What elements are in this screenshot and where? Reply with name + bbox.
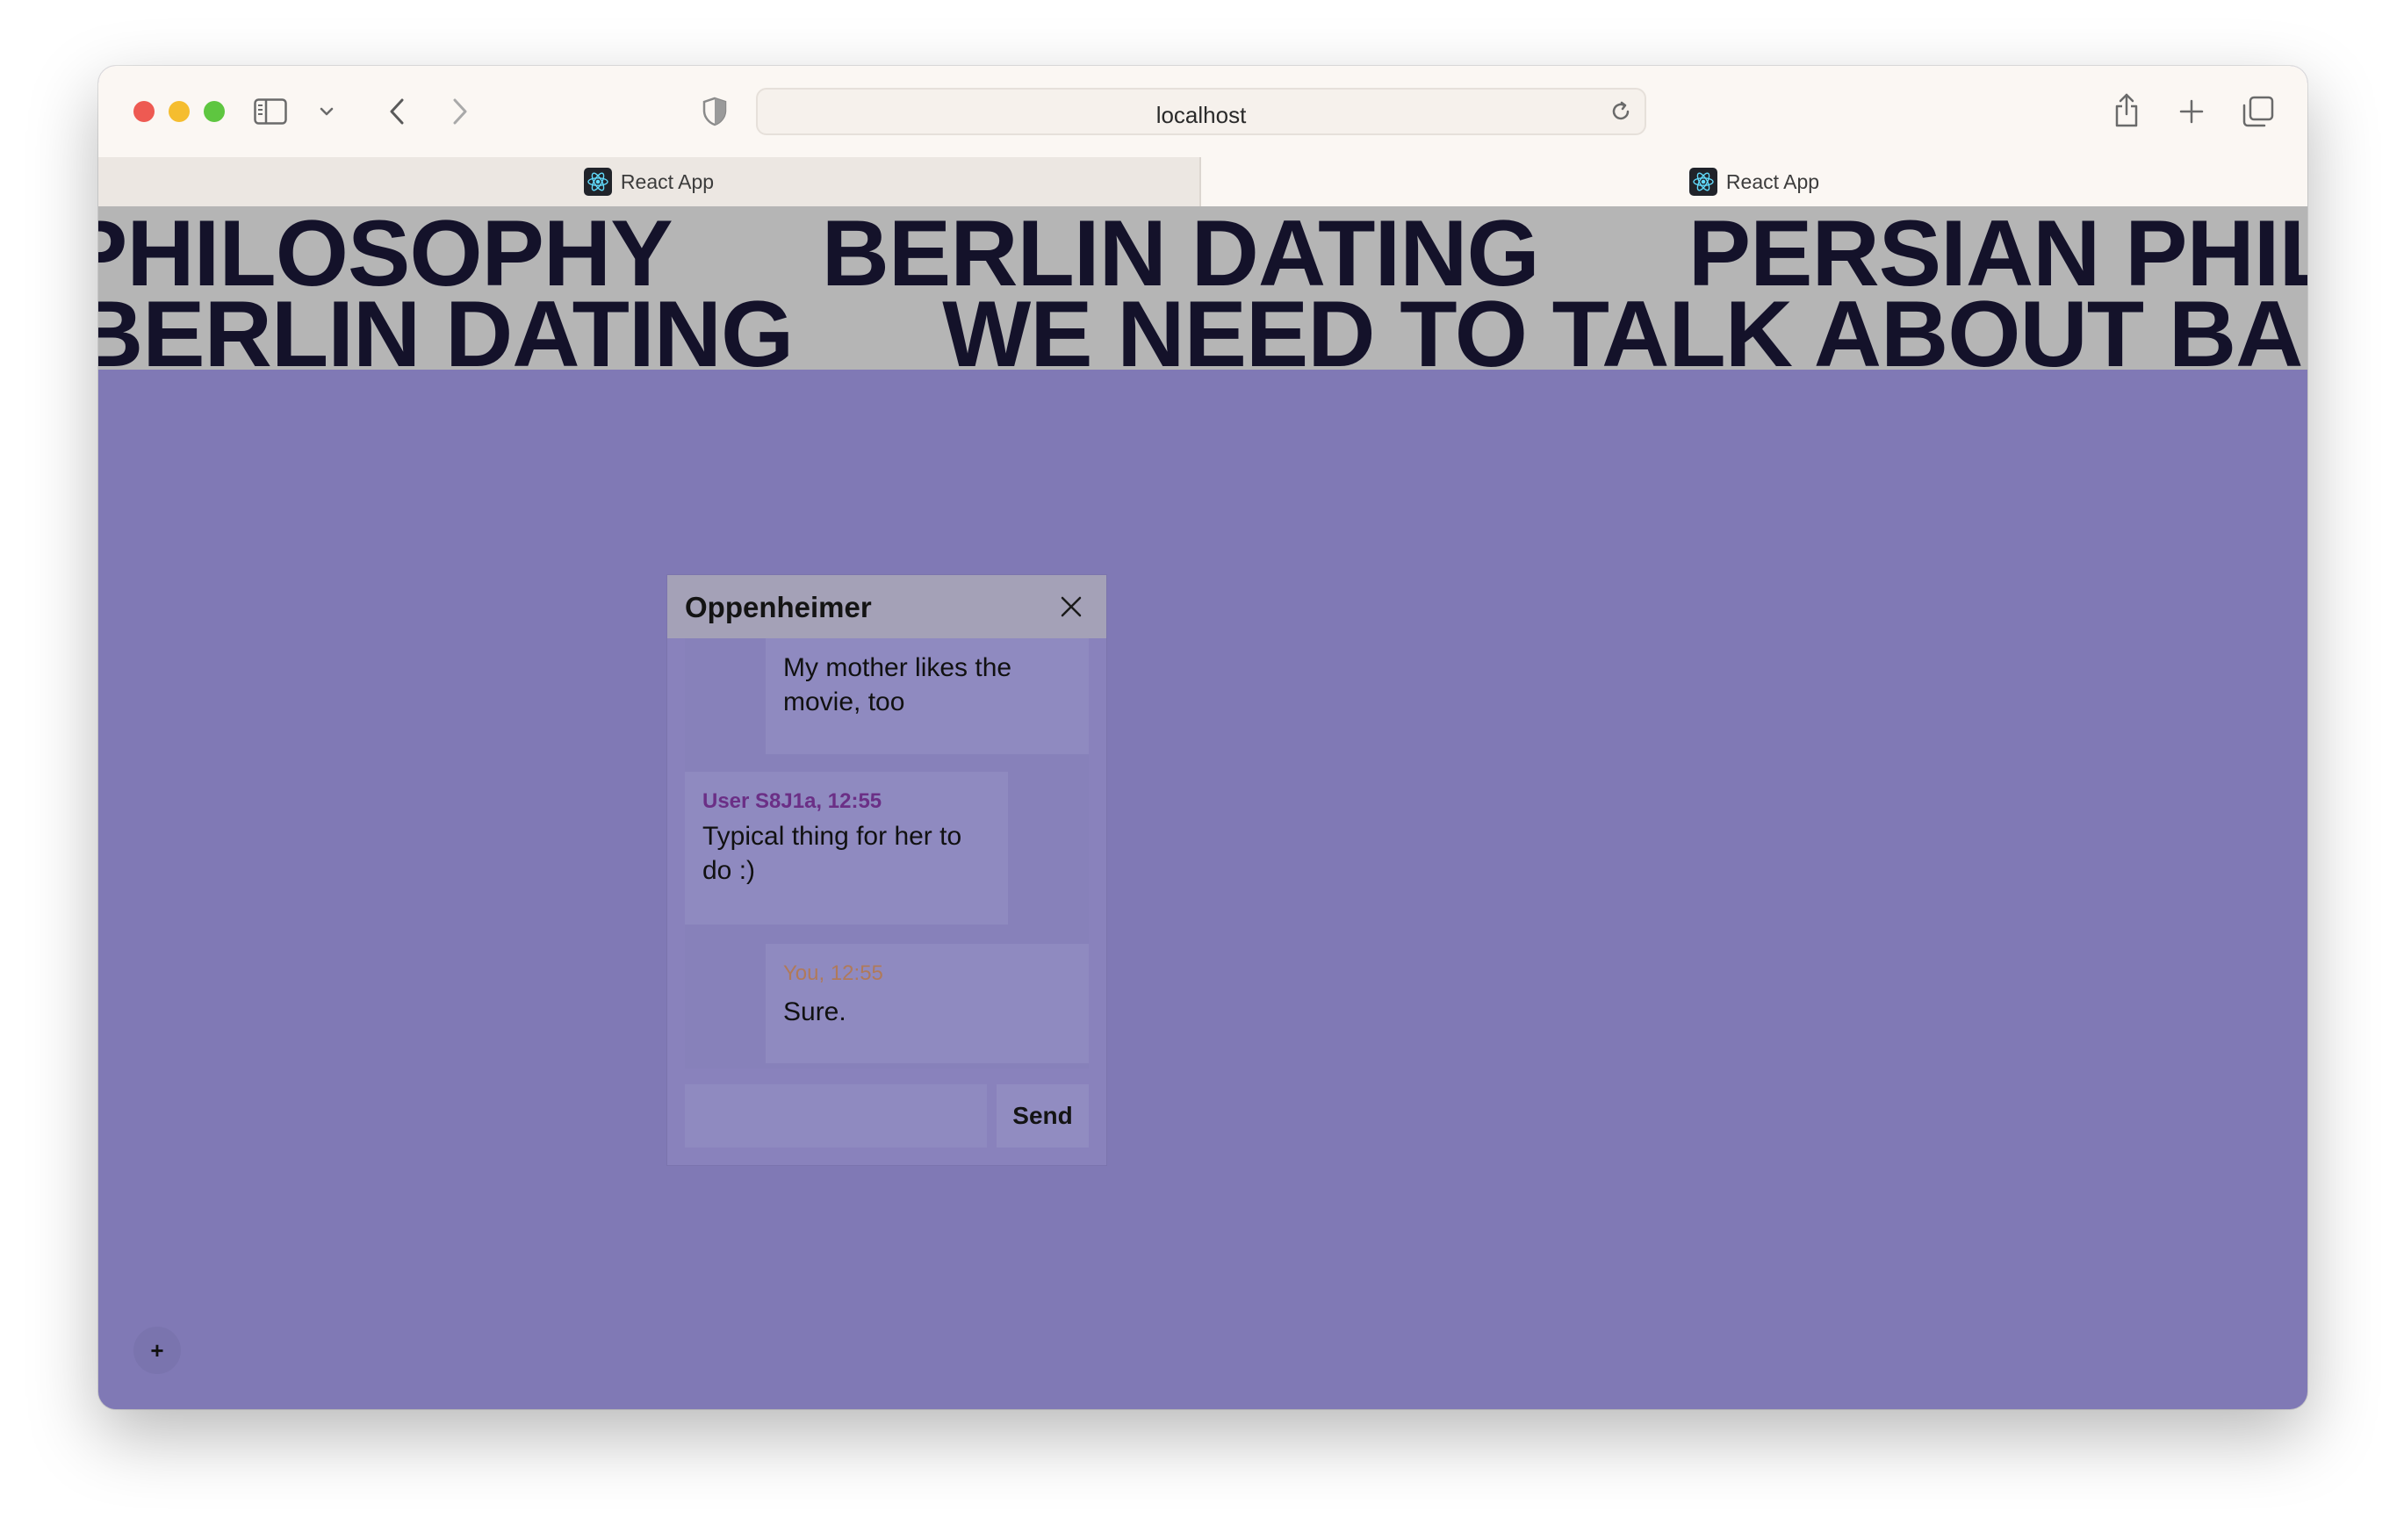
chat-header: Oppenheimer: [667, 575, 1106, 638]
close-icon[interactable]: [1055, 591, 1087, 622]
marquee-topic[interactable]: BERLIN DATING: [98, 287, 794, 371]
reload-icon[interactable]: [1608, 98, 1634, 125]
address-text: localhost: [1155, 102, 1247, 128]
message-text: Sure.: [783, 997, 846, 1026]
topic-marquee: PHILOSOPHYBERLIN DATINGPERSIAN PHILOSOPH…: [98, 206, 2307, 370]
message-meta: User S8J1a, 12:55: [702, 789, 882, 813]
message-text: My mother likes the movie, too: [783, 653, 1012, 716]
marquee-topic[interactable]: WE NEED TO TALK ABOUT BARBIE: [942, 287, 2307, 371]
tab-label: React App: [1725, 169, 1820, 193]
message-meta: You, 12:55: [783, 961, 883, 985]
react-logo-icon: [1688, 168, 1717, 196]
close-window-button[interactable]: [133, 101, 155, 122]
share-icon[interactable]: [2111, 90, 2142, 129]
tab-overview-icon[interactable]: [2241, 94, 2276, 129]
tab-bar: React App React App: [98, 157, 2307, 207]
message-composer: Send: [685, 1084, 1089, 1148]
react-logo-icon: [583, 168, 612, 196]
zoom-window-button[interactable]: [204, 101, 225, 122]
chat-window: Oppenheimer My mother likes the movie, t…: [667, 575, 1106, 1165]
tab-label: React App: [620, 169, 715, 193]
message-own: My mother likes the movie, too: [766, 638, 1089, 754]
message-list[interactable]: My mother likes the movie, too User S8J1…: [685, 638, 1089, 1069]
message-text: Typical thing for her to do :): [702, 822, 962, 885]
add-button[interactable]: +: [133, 1327, 181, 1374]
marquee-row-2: BERLIN DATING WE NEED TO TALK ABOUT BARBI…: [98, 287, 2307, 371]
back-icon[interactable]: [381, 96, 413, 127]
tab-react-app-2[interactable]: React App: [1201, 157, 2307, 206]
address-bar[interactable]: localhost: [756, 88, 1646, 135]
sidebar-toggle-icon[interactable]: [253, 96, 288, 127]
chat-title: Oppenheimer: [685, 591, 872, 623]
message-input[interactable]: [685, 1084, 987, 1148]
minimize-window-button[interactable]: [169, 101, 190, 122]
browser-toolbar: localhost: [98, 66, 2307, 157]
chevron-down-icon[interactable]: [318, 103, 335, 120]
shield-icon[interactable]: [699, 96, 731, 127]
send-button[interactable]: Send: [997, 1084, 1089, 1148]
message-other: User S8J1a, 12:55 Typical thing for her …: [685, 772, 1008, 925]
browser-window: localhost React App React App PHILOSOPHY…: [98, 66, 2307, 1409]
message-own: You, 12:55 Sure.: [766, 944, 1089, 1063]
new-tab-icon[interactable]: [2176, 96, 2207, 127]
forward-icon[interactable]: [444, 96, 476, 127]
tab-react-app-1[interactable]: React App: [98, 157, 1201, 206]
